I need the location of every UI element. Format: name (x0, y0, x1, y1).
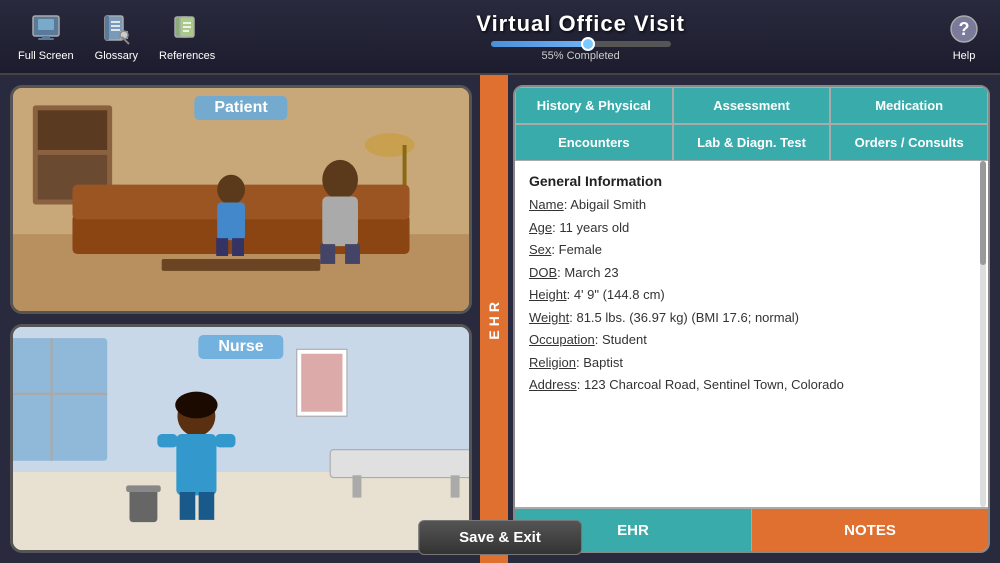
progress-dot (581, 37, 595, 51)
label-height: Height (529, 287, 567, 302)
field-occupation: Occupation: Student (529, 330, 974, 350)
tab-lab[interactable]: Lab & Diagn. Test (673, 124, 831, 161)
references-icon (169, 11, 205, 47)
tab-assessment[interactable]: Assessment (673, 87, 831, 124)
value-weight: 81.5 lbs. (36.97 kg) (BMI 17.6; normal) (576, 310, 799, 325)
patient-scene (13, 88, 469, 311)
field-dob: DOB: March 23 (529, 263, 974, 283)
help-button[interactable]: ? Help (938, 6, 990, 67)
nurse-label: Nurse (198, 335, 283, 359)
ehr-scrollbar-thumb (980, 161, 986, 265)
top-right-tools: ? Help (938, 6, 990, 67)
label-age: Age (529, 220, 552, 235)
field-religion: Religion: Baptist (529, 353, 974, 373)
progress-container: 55% Completed (481, 41, 681, 62)
field-address: Address: 123 Charcoal Road, Sentinel Tow… (529, 375, 974, 395)
field-sex: Sex: Female (529, 240, 974, 260)
save-exit-button[interactable]: Save & Exit (418, 520, 582, 555)
label-occupation: Occupation (529, 332, 595, 347)
references-button[interactable]: References (151, 6, 223, 67)
tab-history-physical[interactable]: History & Physical (515, 87, 673, 124)
ehr-sidebar-label: EHR (486, 298, 502, 340)
fullscreen-button[interactable]: Full Screen (10, 6, 82, 67)
label-dob: DOB (529, 265, 557, 280)
svg-text:?: ? (959, 19, 970, 39)
glossary-icon (98, 11, 134, 47)
patient-video-frame: Patient (10, 85, 472, 314)
value-occupation: Student (602, 332, 647, 347)
label-weight: Weight (529, 310, 569, 325)
tab-medication[interactable]: Medication (830, 87, 988, 124)
top-bar: Full Screen Glossary (0, 0, 1000, 75)
field-name: Name: Abigail Smith (529, 195, 974, 215)
right-panel: History & Physical Assessment Medication… (508, 75, 1000, 563)
patient-label: Patient (194, 96, 287, 120)
ehr-tabs-row-1: History & Physical Assessment Medication (515, 87, 988, 124)
nurse-video-frame: Nurse (10, 324, 472, 553)
value-height: 4' 9" (144.8 cm) (574, 287, 665, 302)
ehr-content-area: General Information Name: Abigail Smith … (515, 161, 988, 507)
nurse-scene (13, 327, 469, 550)
field-weight: Weight: 81.5 lbs. (36.97 kg) (BMI 17.6; … (529, 308, 974, 328)
label-sex: Sex (529, 242, 551, 257)
tab-encounters[interactable]: Encounters (515, 124, 673, 161)
progress-label: 55% Completed (542, 50, 620, 62)
main-content: Patient (0, 75, 1000, 563)
label-address: Address (529, 377, 577, 392)
ehr-tabs-row-2: Encounters Lab & Diagn. Test Orders / Co… (515, 124, 988, 161)
value-religion: Baptist (583, 355, 623, 370)
glossary-button[interactable]: Glossary (87, 6, 146, 67)
field-age: Age: 11 years old (529, 218, 974, 238)
value-age: 11 years old (559, 220, 629, 235)
ehr-card: History & Physical Assessment Medication… (513, 85, 990, 553)
progress-track (491, 41, 671, 47)
help-icon: ? (946, 11, 982, 47)
top-left-tools: Full Screen Glossary (10, 6, 223, 67)
fullscreen-icon (28, 11, 64, 47)
tab-orders[interactable]: Orders / Consults (830, 124, 988, 161)
fullscreen-label: Full Screen (18, 50, 74, 62)
ehr-sidebar: EHR (480, 75, 508, 563)
section-title: General Information (529, 173, 974, 189)
value-name: Abigail Smith (570, 197, 646, 212)
ehr-scrollbar[interactable] (980, 161, 986, 507)
notes-button[interactable]: NOTES (752, 509, 988, 551)
glossary-label: Glossary (95, 50, 138, 62)
value-sex: Female (559, 242, 602, 257)
help-label: Help (953, 50, 976, 62)
label-name: Name (529, 197, 564, 212)
header-center: Virtual Office Visit 55% Completed (223, 11, 938, 62)
progress-fill (491, 41, 590, 47)
left-panel: Patient (0, 75, 480, 563)
label-religion: Religion (529, 355, 576, 370)
field-height: Height: 4' 9" (144.8 cm) (529, 285, 974, 305)
value-dob: March 23 (564, 265, 618, 280)
page-title: Virtual Office Visit (476, 11, 685, 37)
bottom-bar: Save & Exit (418, 520, 582, 563)
ehr-bottom-buttons: EHR NOTES (515, 507, 988, 551)
value-address: 123 Charcoal Road, Sentinel Town, Colora… (584, 377, 844, 392)
references-label: References (159, 50, 215, 62)
